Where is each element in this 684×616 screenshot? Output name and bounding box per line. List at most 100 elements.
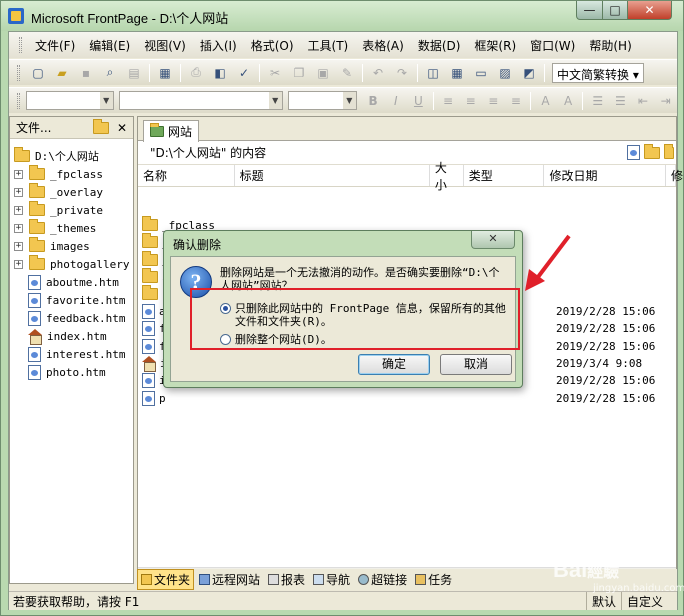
cut-icon[interactable]: ✂ bbox=[265, 64, 285, 82]
tree-item[interactable]: feedback.htm bbox=[28, 309, 125, 327]
increase-font-icon[interactable]: A bbox=[536, 92, 555, 110]
new-page-icon[interactable]: ▢ bbox=[28, 64, 48, 82]
numbered-list-icon[interactable]: ☰ bbox=[588, 92, 607, 110]
view-tab-folders[interactable]: 文件夹 bbox=[137, 568, 195, 590]
menu-format[interactable]: 格式(O) bbox=[244, 35, 301, 56]
folder-icon bbox=[142, 250, 158, 266]
expand-icon[interactable]: + bbox=[14, 223, 23, 233]
align-left-icon[interactable]: ≡ bbox=[439, 92, 458, 110]
tab-website[interactable]: 网站 bbox=[143, 120, 200, 142]
open-folder-icon[interactable]: ▰ bbox=[52, 64, 72, 82]
column-size[interactable]: 大小 bbox=[430, 161, 464, 192]
column-title[interactable]: 标题 bbox=[235, 165, 430, 186]
bullet-list-icon[interactable]: ☰ bbox=[611, 92, 630, 110]
insert-picture-icon[interactable]: ▨ bbox=[495, 64, 515, 82]
paste-icon[interactable]: ▣ bbox=[313, 64, 333, 82]
increase-indent-icon[interactable]: ⇥ bbox=[656, 92, 675, 110]
status-panel-custom[interactable]: 自定义 bbox=[621, 592, 677, 610]
menu-window[interactable]: 窗口(W) bbox=[523, 35, 582, 56]
tree-item[interactable]: + photogallery bbox=[14, 255, 129, 273]
decrease-indent-icon[interactable]: ⇤ bbox=[634, 92, 653, 110]
tree-root[interactable]: D:\个人网站 bbox=[14, 147, 99, 165]
expand-icon[interactable]: + bbox=[14, 169, 23, 179]
insert-layer-icon[interactable]: ▭ bbox=[471, 64, 491, 82]
font-dropdown[interactable]: ▼ bbox=[118, 91, 283, 110]
expand-icon[interactable]: + bbox=[14, 187, 23, 197]
undo-icon[interactable]: ↶ bbox=[368, 64, 388, 82]
menu-tools[interactable]: 工具(T) bbox=[301, 35, 356, 56]
view-tab-reports[interactable]: 报表 bbox=[265, 570, 308, 589]
toolbar-grip[interactable] bbox=[17, 64, 20, 81]
close-pane-icon[interactable]: ✕ bbox=[117, 121, 127, 135]
view-tab-navigation[interactable]: 导航 bbox=[310, 570, 353, 589]
underline-icon[interactable]: U bbox=[409, 92, 428, 110]
tree-item[interactable]: aboutme.htm bbox=[28, 273, 119, 291]
drawing-icon[interactable]: ◩ bbox=[519, 64, 539, 82]
italic-icon[interactable]: I bbox=[386, 92, 405, 110]
close-window-button[interactable]: ✕ bbox=[627, 1, 672, 20]
column-modified-by[interactable]: 修 bbox=[666, 165, 683, 186]
tree-item[interactable]: index.htm bbox=[28, 327, 107, 345]
chevron-down-icon: ▼ bbox=[99, 92, 113, 109]
tree-item[interactable]: + _overlay bbox=[14, 183, 103, 201]
minimize-button[interactable]: — bbox=[576, 1, 603, 20]
cancel-button[interactable]: 取消 bbox=[440, 354, 512, 375]
new-folder-icon[interactable] bbox=[644, 143, 660, 159]
column-modified[interactable]: 修改日期 bbox=[544, 165, 667, 186]
tree-item[interactable]: + images bbox=[14, 237, 90, 255]
align-right-icon[interactable]: ≡ bbox=[484, 92, 503, 110]
expand-icon[interactable]: + bbox=[14, 241, 23, 251]
column-type[interactable]: 类型 bbox=[464, 165, 545, 186]
maximize-button[interactable]: □ bbox=[602, 1, 628, 20]
language-convert-dropdown[interactable]: 中文简繁转换 ▾ bbox=[552, 62, 644, 83]
dialog-close-button[interactable]: ✕ bbox=[471, 231, 515, 249]
tree-item[interactable]: + _themes bbox=[14, 219, 96, 237]
align-center-icon[interactable]: ≡ bbox=[461, 92, 480, 110]
web-component-icon[interactable]: ◫ bbox=[423, 64, 443, 82]
font-size-dropdown[interactable]: ▼ bbox=[287, 91, 357, 110]
menu-table[interactable]: 表格(A) bbox=[355, 35, 411, 56]
menu-help[interactable]: 帮助(H) bbox=[582, 35, 638, 56]
list-item[interactable]: p 2019/2/28 15:06 bbox=[142, 389, 672, 407]
spelling-icon[interactable]: ✓ bbox=[234, 64, 254, 82]
view-tab-remote[interactable]: 远程网站 bbox=[196, 570, 263, 589]
publish-icon[interactable]: ▤ bbox=[124, 64, 144, 82]
tree-item[interactable]: + _fpclass bbox=[14, 165, 103, 183]
menu-view[interactable]: 视图(V) bbox=[137, 35, 193, 56]
style-dropdown[interactable]: ▼ bbox=[25, 91, 114, 110]
print-icon[interactable]: ⎙ bbox=[186, 64, 206, 82]
search-icon[interactable]: ⌕ bbox=[100, 64, 120, 82]
expand-icon[interactable]: + bbox=[14, 259, 23, 269]
tree-item[interactable]: photo.htm bbox=[28, 363, 106, 381]
tree-item[interactable]: + _private bbox=[14, 201, 103, 219]
column-name[interactable]: 名称 bbox=[138, 165, 235, 186]
justify-icon[interactable]: ≡ bbox=[507, 92, 526, 110]
ok-button[interactable]: 确定 bbox=[358, 354, 430, 375]
bold-icon[interactable]: B bbox=[364, 92, 383, 110]
menu-insert[interactable]: 插入(I) bbox=[193, 35, 244, 56]
copy-icon[interactable]: ❐ bbox=[289, 64, 309, 82]
format-painter-icon[interactable]: ✎ bbox=[337, 64, 357, 82]
view-tab-hyperlinks[interactable]: 超链接 bbox=[355, 570, 410, 589]
redo-icon[interactable]: ↷ bbox=[392, 64, 412, 82]
new-page-icon[interactable] bbox=[627, 145, 640, 160]
title-bar[interactable]: Microsoft FrontPage - D:\个人网站 — □ ✕ bbox=[1, 1, 683, 31]
tree-item[interactable]: favorite.htm bbox=[28, 291, 125, 309]
up-folder-icon[interactable] bbox=[664, 143, 674, 159]
expand-icon[interactable]: + bbox=[14, 205, 23, 215]
tree-item[interactable]: interest.htm bbox=[28, 345, 125, 363]
view-tab-tasks[interactable]: 任务 bbox=[412, 570, 455, 589]
save-icon[interactable]: ▪ bbox=[76, 64, 96, 82]
menubar-grip[interactable] bbox=[19, 37, 22, 53]
insert-table-icon[interactable]: ▦ bbox=[447, 64, 467, 82]
new-folder-icon[interactable] bbox=[92, 118, 109, 134]
status-panel-default[interactable]: 默认 bbox=[585, 592, 621, 610]
toggle-pane-icon[interactable]: ▦ bbox=[155, 64, 175, 82]
menu-data[interactable]: 数据(D) bbox=[411, 35, 468, 56]
menu-file[interactable]: 文件(F) bbox=[28, 35, 82, 56]
menu-edit[interactable]: 编辑(E) bbox=[82, 35, 137, 56]
decrease-font-icon[interactable]: A bbox=[559, 92, 578, 110]
preview-icon[interactable]: ◧ bbox=[210, 64, 230, 82]
menu-frames[interactable]: 框架(R) bbox=[467, 35, 523, 56]
toolbar-grip[interactable] bbox=[17, 92, 20, 109]
